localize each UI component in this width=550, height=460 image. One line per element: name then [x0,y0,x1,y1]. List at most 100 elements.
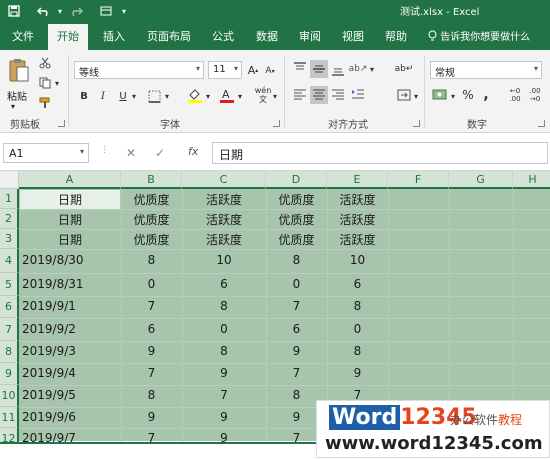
alignment-launcher-icon[interactable] [413,120,420,127]
cell-d4[interactable]: 8 [266,253,327,267]
bold-icon[interactable]: B [78,88,90,104]
row-header-9[interactable]: 9 [0,363,19,385]
undo-dropdown-icon[interactable]: ▾ [56,3,64,19]
cell-d5[interactable]: 0 [266,277,327,291]
phonetic-dropdown-icon[interactable]: ▾ [271,89,279,103]
top-align-icon[interactable] [291,60,309,78]
tab-file[interactable]: 文件 [12,28,34,44]
cell-a7[interactable]: 2019/9/2 [22,322,124,336]
underline-icon[interactable]: U [117,88,129,104]
cell-b10[interactable]: 8 [121,388,182,402]
cell-c11[interactable]: 9 [182,410,266,424]
copy-icon[interactable] [38,76,52,90]
number-format-dropdown-icon[interactable]: ▾ [534,64,538,73]
cell-c3[interactable]: 活跃度 [182,231,266,248]
paste-label[interactable]: 粘贴 [7,88,27,103]
merge-dropdown-icon[interactable]: ▾ [412,89,420,103]
italic-icon[interactable]: I [97,88,109,104]
borders-icon[interactable] [145,88,163,104]
cell-a6[interactable]: 2019/9/1 [22,299,124,313]
row-header-4[interactable]: 4 [0,249,19,273]
row-header-3[interactable]: 3 [0,229,19,249]
undo-icon[interactable] [34,3,54,19]
row-header-11[interactable]: 11 [0,407,19,428]
tab-review[interactable]: 审阅 [299,28,321,44]
cell-d7[interactable]: 6 [266,322,327,336]
column-header-c[interactable]: C [182,171,266,189]
name-box[interactable]: A1 ▾ [3,143,89,163]
cell-d9[interactable]: 7 [266,366,327,380]
row-header-6[interactable]: 6 [0,296,19,318]
cell-a3[interactable]: 日期 [19,231,121,248]
row-header-10[interactable]: 10 [0,385,19,407]
cell-d1[interactable]: 优质度 [266,191,327,208]
insert-function-icon[interactable]: fx [188,145,198,158]
align-right-icon[interactable] [329,86,347,104]
cancel-entry-icon[interactable]: ✕ [126,146,136,160]
accounting-format-icon[interactable] [431,86,449,104]
cell-c1[interactable]: 活跃度 [182,191,266,208]
align-center-icon[interactable] [310,86,328,104]
column-header-h[interactable]: H [513,171,550,189]
cell-e4[interactable]: 10 [327,253,388,267]
tab-page-layout[interactable]: 页面布局 [147,28,191,44]
phonetic-guide-icon[interactable]: wén 文 [255,85,272,105]
row-header-5[interactable]: 5 [0,273,19,296]
row-header-7[interactable]: 7 [0,318,19,341]
cell-b3[interactable]: 优质度 [121,231,182,248]
cell-b5[interactable]: 0 [121,277,182,291]
column-header-d[interactable]: D [266,171,327,189]
tab-data[interactable]: 数据 [256,28,278,44]
cell-b6[interactable]: 7 [121,299,182,313]
formula-bar-grip-icon[interactable]: ⋮ [100,145,109,155]
cell-e5[interactable]: 6 [327,277,388,291]
cell-a1[interactable]: 日期 [19,191,121,208]
orientation-dropdown-icon[interactable]: ▾ [368,62,376,76]
cell-d2[interactable]: 优质度 [266,211,327,228]
cell-c10[interactable]: 7 [182,388,266,402]
confirm-entry-icon[interactable]: ✓ [155,146,165,160]
tab-help[interactable]: 帮助 [385,28,407,44]
redo-icon[interactable] [68,3,84,19]
merge-center-icon[interactable] [396,86,412,104]
formula-input[interactable]: 日期 [212,142,548,164]
cell-a9[interactable]: 2019/9/4 [22,366,124,380]
row-header-1[interactable]: 1 [0,189,19,209]
font-color-dropdown-icon[interactable]: ▾ [236,89,244,103]
cell-a8[interactable]: 2019/9/3 [22,344,124,358]
number-launcher-icon[interactable] [538,120,545,127]
font-color-icon[interactable]: A [218,86,236,104]
tab-view[interactable]: 视图 [342,28,364,44]
cell-a2[interactable]: 日期 [19,211,121,228]
cell-a5[interactable]: 2019/8/31 [22,277,124,291]
font-size-combo[interactable]: 11 ▾ [208,61,242,79]
percent-style-icon[interactable]: % [461,86,475,104]
cell-e8[interactable]: 8 [327,344,388,358]
cell-b7[interactable]: 6 [121,322,182,336]
font-size-dropdown-icon[interactable]: ▾ [234,64,238,73]
column-header-e[interactable]: E [327,171,388,189]
column-header-f[interactable]: F [388,171,449,189]
cell-e2[interactable]: 活跃度 [327,211,388,228]
cell-d8[interactable]: 9 [266,344,327,358]
comma-style-icon[interactable]: , [479,86,493,104]
fill-color-dropdown-icon[interactable]: ▾ [204,89,212,103]
cell-d6[interactable]: 7 [266,299,327,313]
save-icon[interactable] [6,3,22,19]
cell-c2[interactable]: 活跃度 [182,211,266,228]
borders-dropdown-icon[interactable]: ▾ [163,89,171,103]
copy-dropdown-icon[interactable]: ▾ [53,77,61,89]
cell-c4[interactable]: 10 [182,253,266,267]
cell-c8[interactable]: 8 [182,344,266,358]
wrap-text-icon[interactable]: ab↵ [395,60,414,78]
cell-a10[interactable]: 2019/9/5 [22,388,124,402]
tab-insert[interactable]: 插入 [103,28,125,44]
paste-dropdown-icon[interactable]: ▾ [11,102,15,111]
tab-home[interactable]: 开始 [48,24,88,50]
row-header-8[interactable]: 8 [0,341,19,363]
number-format-combo[interactable]: 常规 ▾ [430,61,542,79]
orientation-icon[interactable]: ab↗ [349,60,368,78]
underline-dropdown-icon[interactable]: ▾ [130,89,138,103]
cell-b8[interactable]: 9 [121,344,182,358]
name-box-dropdown-icon[interactable]: ▾ [80,147,84,156]
